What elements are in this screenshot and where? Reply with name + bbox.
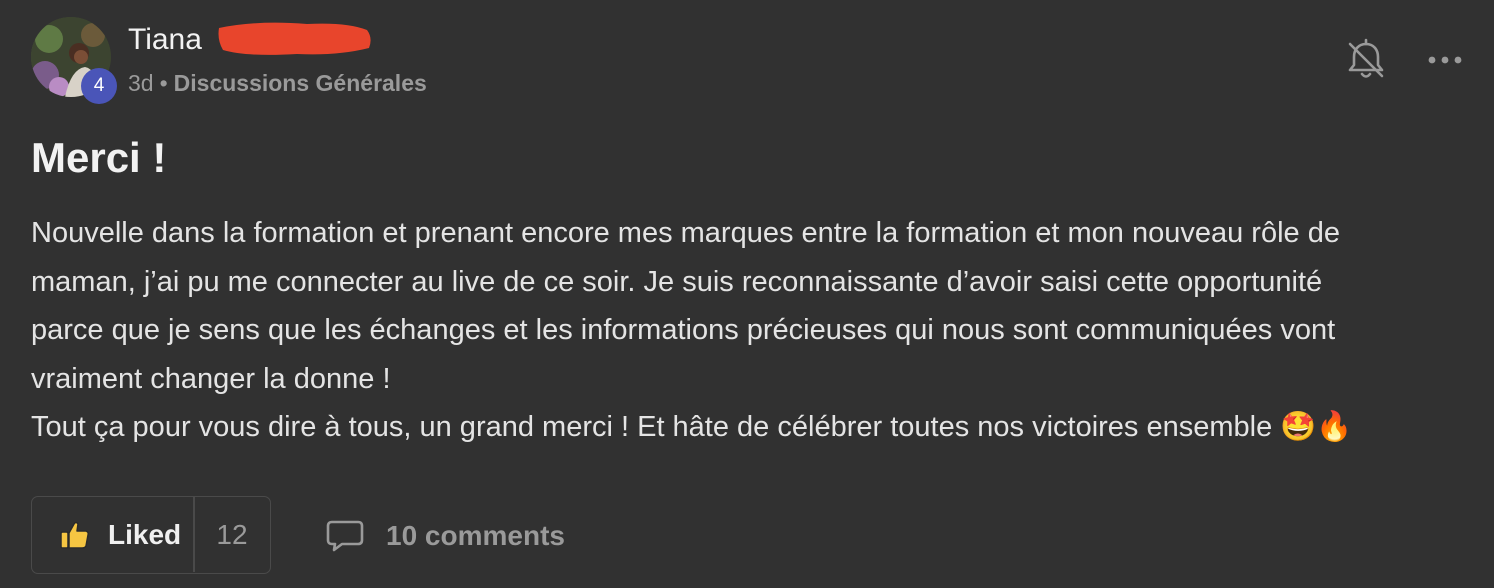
meta-separator: • bbox=[159, 70, 168, 96]
thumbs-up-icon bbox=[60, 521, 89, 549]
community-post: 4 Tiana 3d • Discussions Générales Merci !… bbox=[0, 0, 1494, 588]
more-options-button[interactable] bbox=[1422, 42, 1468, 78]
author-name[interactable]: Tiana bbox=[128, 22, 202, 58]
level-badge: 4 bbox=[81, 68, 117, 104]
like-button[interactable]: Liked bbox=[32, 497, 194, 572]
post-body: Nouvelle dans la formation et prenant en… bbox=[31, 209, 1481, 452]
post-time: 3d bbox=[128, 70, 154, 96]
like-label: Liked bbox=[108, 519, 182, 550]
comments-count-label: 10 comments bbox=[386, 520, 565, 551]
post-body-line: Nouvelle dans la formation et prenant en… bbox=[31, 217, 1340, 249]
like-count[interactable]: 12 bbox=[194, 497, 270, 572]
post-body-line: vraiment changer la donne ! bbox=[31, 362, 391, 395]
post-body-line: parce que je sens que les échanges et le… bbox=[31, 314, 1336, 346]
like-control: Liked 12 bbox=[31, 496, 271, 574]
post-body-line: maman, j’ai pu me connecter au live de c… bbox=[31, 265, 1323, 298]
author-avatar-container[interactable]: 4 bbox=[31, 17, 117, 104]
redaction-mark bbox=[218, 22, 371, 55]
post-meta: 3d • Discussions Générales bbox=[128, 68, 427, 98]
post-title: Merci ! bbox=[31, 134, 167, 181]
post-body-line: Tout ça pour vous dire à tous, un grand … bbox=[31, 411, 1353, 443]
post-category-link[interactable]: Discussions Générales bbox=[174, 70, 427, 96]
more-horizontal-icon bbox=[1428, 56, 1462, 64]
comment-bubble-icon bbox=[326, 520, 364, 552]
notifications-toggle-button[interactable] bbox=[1344, 38, 1388, 82]
bell-off-icon bbox=[1348, 38, 1384, 78]
